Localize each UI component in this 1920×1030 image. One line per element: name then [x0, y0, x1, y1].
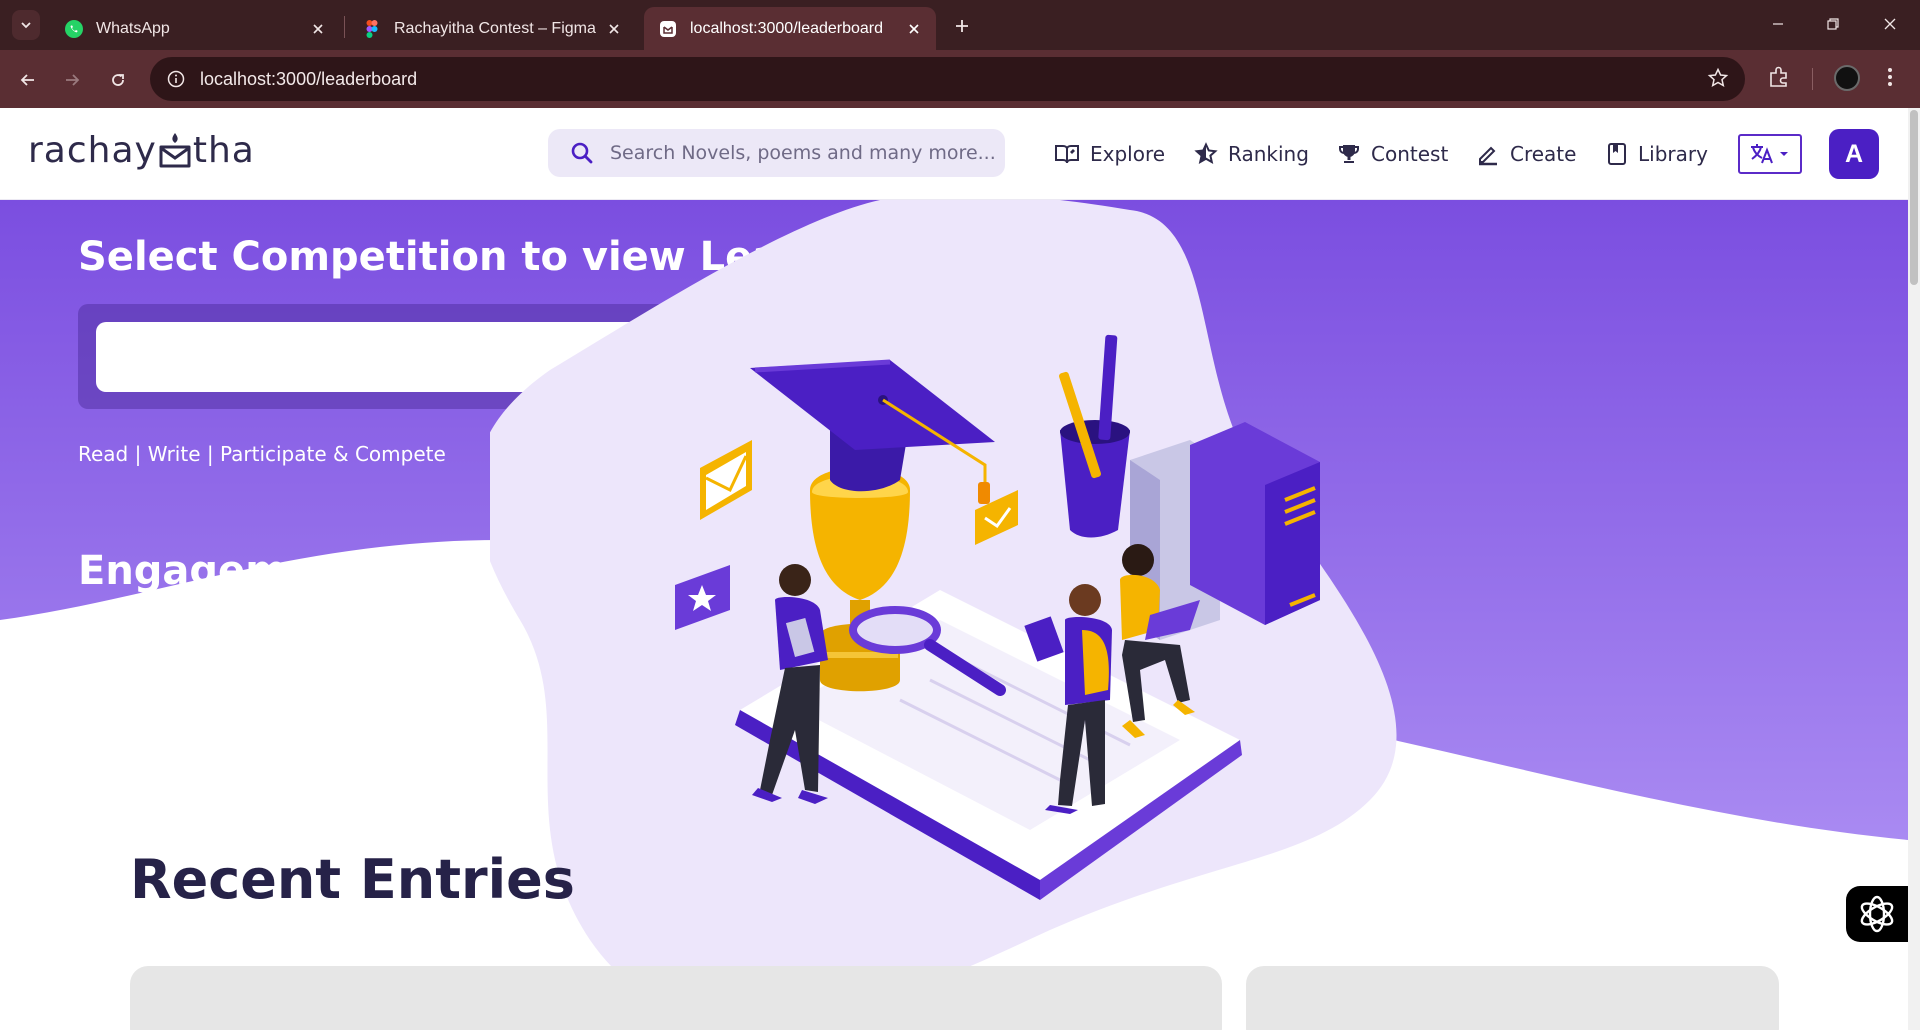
back-button[interactable]: [12, 64, 44, 96]
openai-icon: [1860, 895, 1894, 933]
chevron-down-icon: [21, 22, 31, 29]
tab-figma[interactable]: Rachayitha Contest – Figma: [348, 7, 636, 50]
info-icon: [167, 70, 185, 88]
entry-card[interactable]: [1246, 966, 1779, 1030]
new-tab-button[interactable]: [948, 12, 976, 40]
tab-title: WhatsApp: [96, 19, 170, 37]
arrow-left-icon: [20, 74, 34, 86]
arrow-right-icon: [66, 74, 80, 86]
nav-label: Ranking: [1228, 142, 1309, 166]
figma-icon: [366, 19, 378, 38]
book-open-icon: [1055, 145, 1079, 164]
close-icon: [1884, 18, 1896, 30]
web-page: rachay tha Search Novels, poems and many…: [0, 108, 1908, 1030]
pen-icon: [1479, 146, 1497, 166]
language-selector[interactable]: [1738, 134, 1802, 174]
reload-icon: [112, 74, 124, 86]
nav-label: Explore: [1090, 142, 1166, 166]
entry-card[interactable]: [130, 966, 1222, 1030]
browser-tab-strip: WhatsApp Rachayitha Contest – Figma loca…: [0, 0, 1920, 50]
bookmark-book-icon: [1608, 143, 1626, 165]
nav-label: Library: [1638, 142, 1708, 166]
url-text: localhost:3000/leaderboard: [200, 68, 418, 89]
whatsapp-icon: [65, 19, 83, 38]
minimize-icon: [1773, 23, 1783, 25]
page-scrollbar-thumb[interactable]: [1910, 110, 1918, 285]
more-vert-icon[interactable]: [1880, 64, 1900, 90]
illustration-overlay: [490, 200, 1397, 1023]
restore-icon: [1827, 18, 1839, 30]
site-info-button[interactable]: [156, 59, 196, 99]
site-icon: [660, 20, 676, 37]
address-bar[interactable]: localhost:3000/leaderboard: [150, 57, 1745, 101]
close-icon[interactable]: [606, 21, 622, 37]
nav-contest[interactable]: Contest: [1337, 136, 1448, 172]
translate-icon: [1751, 144, 1788, 164]
search-input[interactable]: Search Novels, poems and many more...: [548, 129, 1005, 177]
site-header: rachay tha Search Novels, poems and many…: [0, 108, 1908, 200]
bookmark-star-icon[interactable]: [1707, 67, 1729, 89]
close-icon[interactable]: [310, 21, 326, 37]
profile-avatar[interactable]: [1834, 65, 1860, 91]
logo-text-left: rachay: [28, 130, 157, 171]
trophy-icon: [1339, 145, 1359, 163]
star-icon: [1194, 142, 1218, 164]
tab-whatsapp[interactable]: WhatsApp: [50, 7, 340, 50]
chat-assistant-button[interactable]: [1846, 886, 1908, 942]
nav-label: Contest: [1371, 142, 1449, 166]
tab-divider: [344, 16, 345, 38]
plus-icon: [956, 20, 968, 32]
close-icon[interactable]: [906, 21, 922, 37]
nav-create[interactable]: Create: [1476, 136, 1576, 172]
search-placeholder: Search Novels, poems and many more...: [610, 142, 996, 164]
user-avatar[interactable]: A: [1829, 129, 1879, 179]
recent-entries-heading: Recent Entries: [130, 848, 575, 911]
extensions-icon[interactable]: [1766, 64, 1792, 90]
close-window-button[interactable]: [1876, 10, 1904, 38]
tab-title: Rachayitha Contest – Figma: [394, 19, 596, 37]
tab-leaderboard[interactable]: localhost:3000/leaderboard: [644, 7, 936, 50]
tab-title: localhost:3000/leaderboard: [690, 19, 884, 37]
forward-button[interactable]: [56, 64, 88, 96]
search-icon: [571, 142, 593, 164]
browser-toolbar: localhost:3000/leaderboard: [0, 50, 1920, 108]
nav-library[interactable]: Library: [1606, 136, 1708, 172]
minimize-button[interactable]: [1764, 10, 1792, 38]
hero-tagline: Read | Write | Participate & Compete: [78, 442, 446, 466]
logo-text-right: tha: [192, 130, 255, 171]
reload-button[interactable]: [102, 64, 134, 96]
toolbar-divider: [1812, 68, 1813, 90]
logo-pen-envelope-icon: [159, 132, 191, 167]
nav-label: Create: [1510, 142, 1577, 166]
restore-button[interactable]: [1819, 10, 1847, 38]
nav-explore[interactable]: Explore: [1054, 136, 1165, 172]
site-logo[interactable]: rachay tha: [28, 130, 255, 171]
nav-ranking[interactable]: Ranking: [1194, 136, 1309, 172]
tab-search-button[interactable]: [12, 10, 40, 40]
